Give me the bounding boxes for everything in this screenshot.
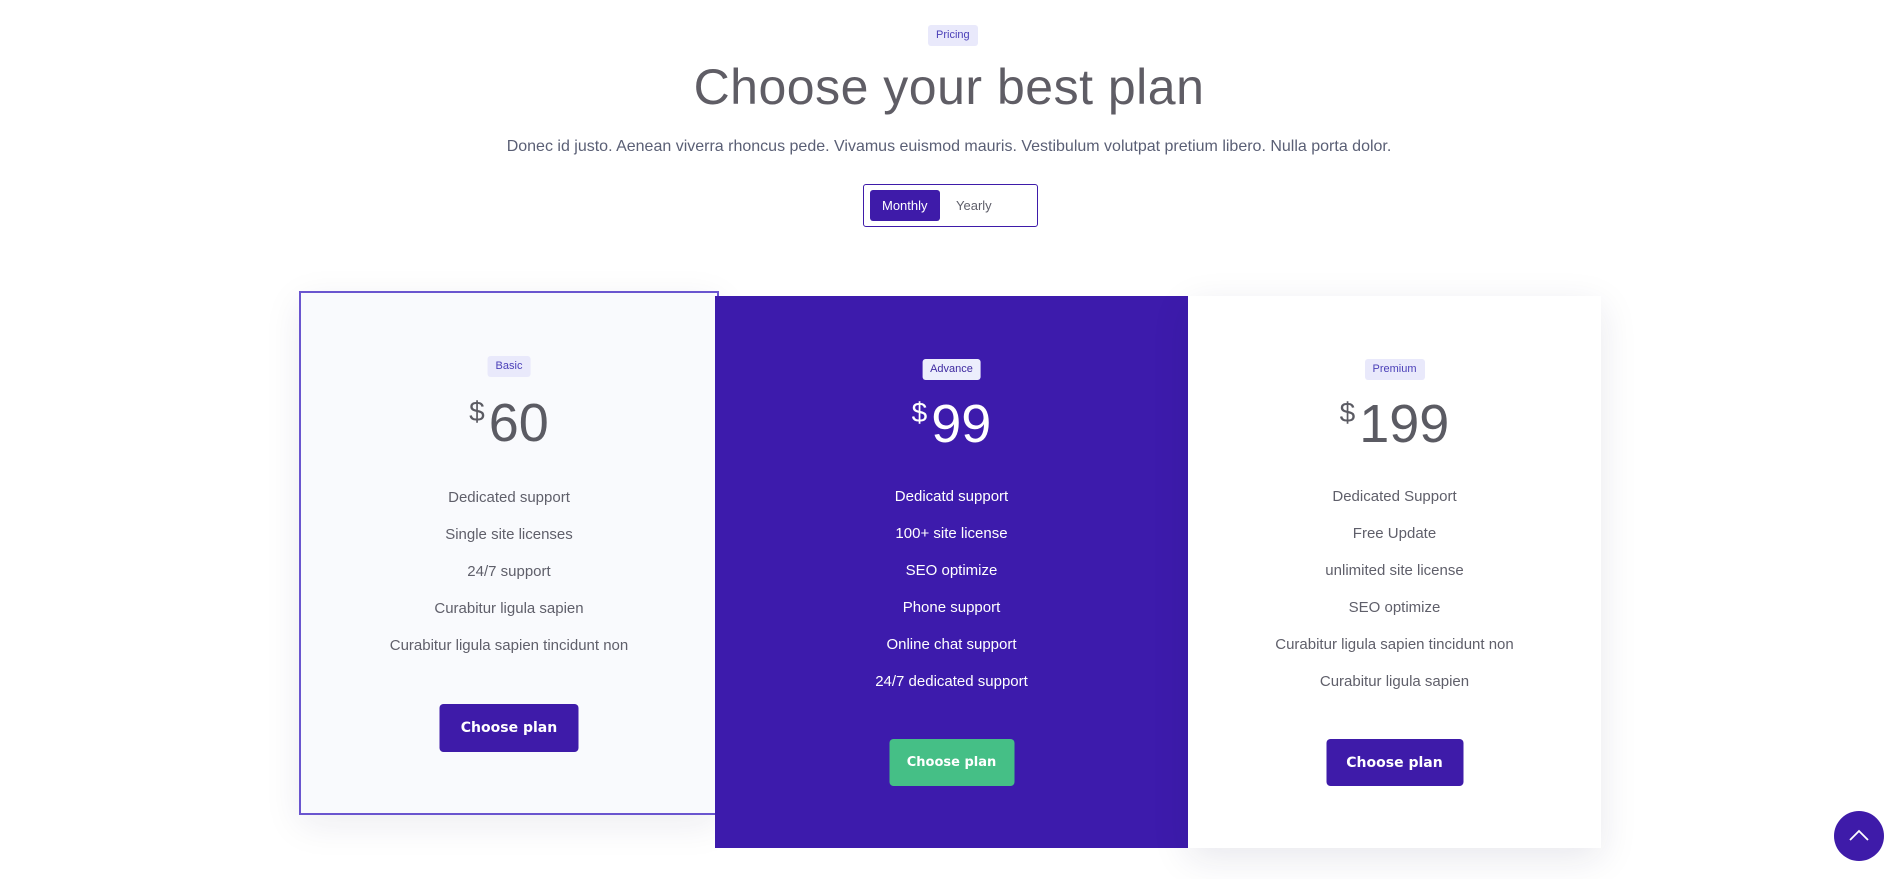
- section-badge: Pricing: [928, 25, 978, 46]
- page-subtitle: Donec id justo. Aenean viverra rhoncus p…: [506, 138, 1392, 155]
- plan-card-premium: Premium $199 Dedicated Support Free Upda…: [1188, 296, 1601, 848]
- feature-item: Free Update: [1352, 525, 1437, 542]
- toggle-yearly[interactable]: Yearly: [944, 190, 1004, 221]
- plan-price: $99: [715, 397, 1188, 451]
- feature-item: Dedicated support: [448, 489, 570, 506]
- currency-symbol: $: [469, 396, 485, 427]
- price-value: 60: [488, 393, 549, 453]
- feature-item: Dedicated Support: [1332, 488, 1457, 505]
- feature-item: Curabitur ligula sapien: [1319, 673, 1470, 690]
- feature-item: Phone support: [902, 599, 1001, 616]
- feature-item: SEO optimize: [1348, 599, 1441, 616]
- feature-item: Curabitur ligula sapien tincidunt non: [389, 637, 629, 654]
- plan-badge: Basic: [487, 356, 531, 377]
- feature-item: Dedicatd support: [894, 488, 1009, 505]
- plan-badge: Premium: [1364, 359, 1425, 380]
- plan-price: $199: [1188, 397, 1601, 451]
- feature-item: Single site licenses: [445, 526, 573, 543]
- chevron-up-icon: [1849, 829, 1869, 841]
- feature-item: unlimited site license: [1325, 562, 1464, 579]
- choose-plan-button[interactable]: Choose plan: [439, 704, 579, 752]
- feature-list: Dedicatd support 100+ site license SEO o…: [715, 485, 1188, 707]
- billing-toggle: Monthly Yearly: [863, 184, 1038, 227]
- feature-item: Online chat support: [886, 636, 1017, 653]
- currency-symbol: $: [911, 397, 928, 428]
- feature-item: 100+ site license: [895, 525, 1008, 542]
- feature-item: 24/7 dedicated support: [875, 673, 1028, 690]
- page-title: Choose your best plan: [693, 59, 1205, 115]
- feature-list: Dedicated support Single site licenses 2…: [301, 486, 717, 671]
- feature-item: Curabitur ligula sapien tincidunt non: [1275, 636, 1514, 653]
- scroll-to-top-button[interactable]: [1834, 811, 1884, 861]
- price-value: 199: [1359, 394, 1450, 454]
- price-value: 99: [931, 394, 992, 454]
- currency-symbol: $: [1339, 397, 1356, 428]
- feature-list: Dedicated Support Free Update unlimited …: [1188, 485, 1601, 707]
- feature-item: Curabitur ligula sapien: [434, 600, 584, 617]
- feature-item: 24/7 support: [467, 563, 551, 580]
- plan-badge: Advance: [922, 359, 981, 380]
- plan-price: $60: [301, 396, 717, 450]
- feature-item: SEO optimize: [905, 562, 998, 579]
- choose-plan-button[interactable]: Choose plan: [1326, 739, 1463, 786]
- plan-card-advance: Advance $99 Dedicatd support 100+ site l…: [715, 296, 1188, 848]
- choose-plan-button[interactable]: Choose plan: [889, 739, 1014, 786]
- toggle-monthly[interactable]: Monthly: [870, 190, 940, 221]
- plan-card-basic: Basic $60 Dedicated support Single site …: [299, 291, 719, 815]
